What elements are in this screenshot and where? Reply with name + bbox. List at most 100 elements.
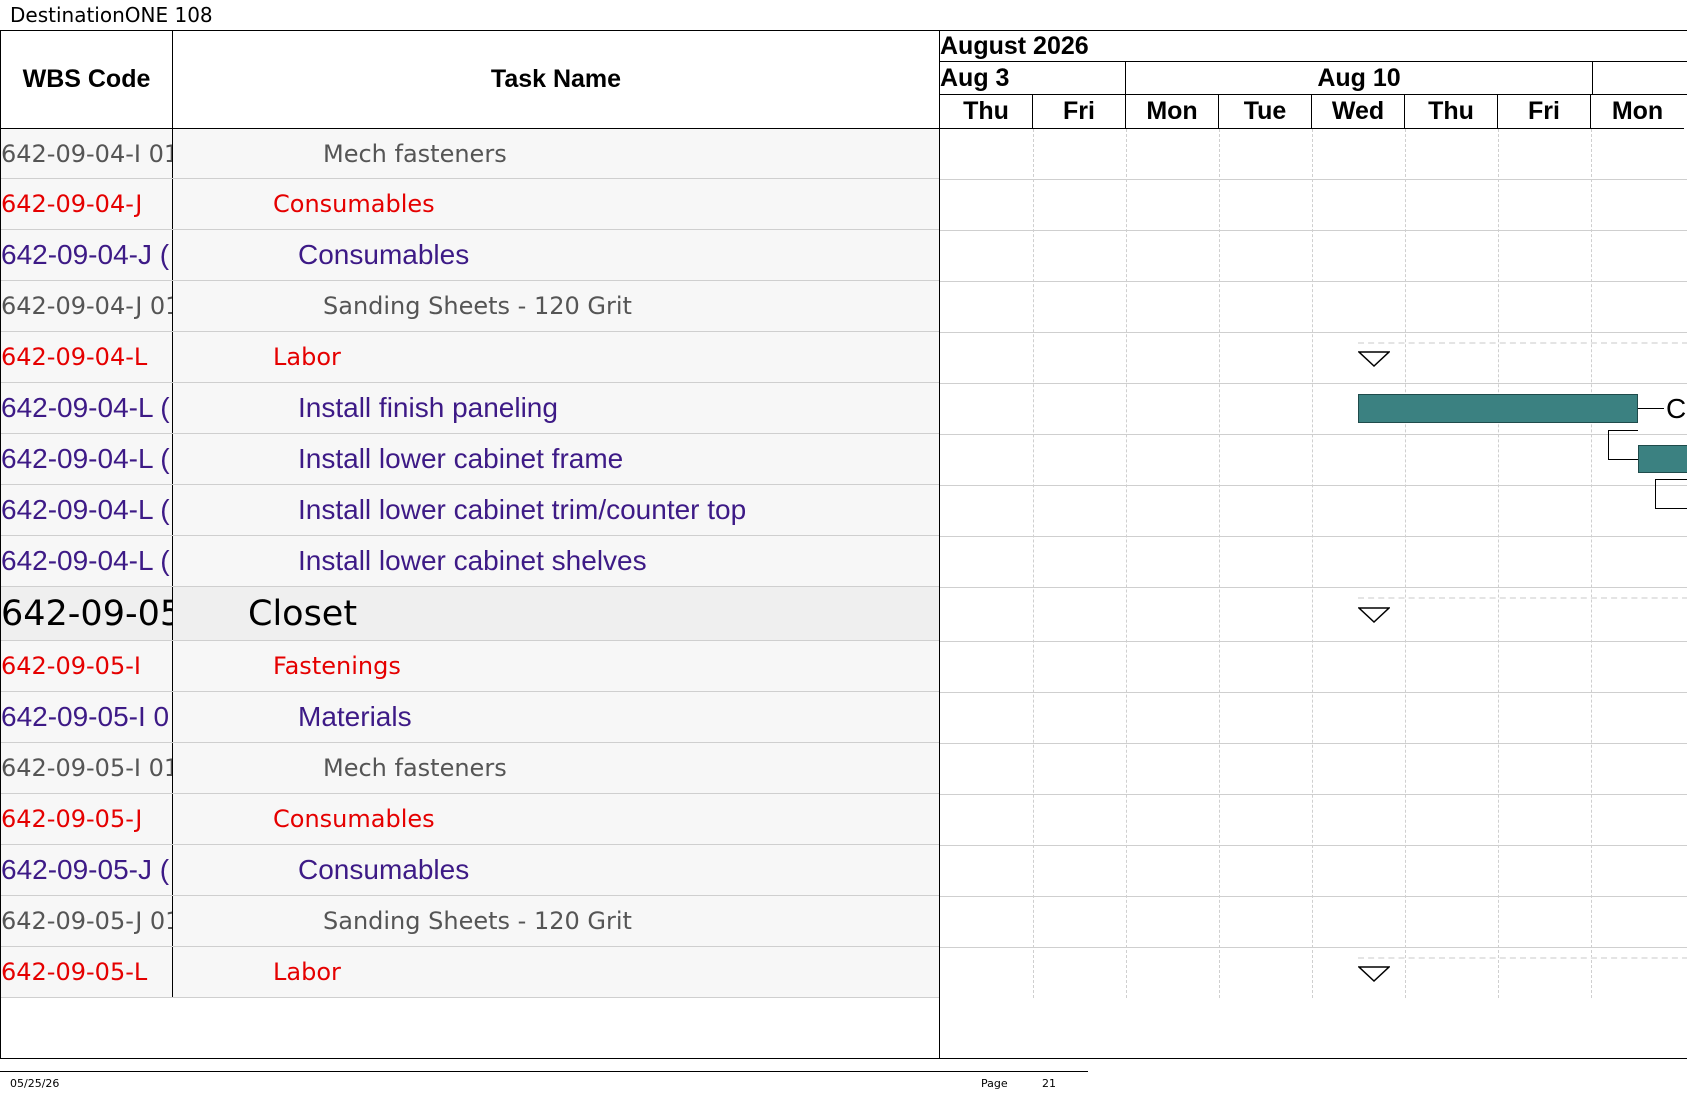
gantt-row-gridline — [940, 179, 1687, 180]
task-bar-install-lower-cabinet-frame[interactable] — [1638, 445, 1687, 473]
wbs-code-cell: 642-09-04-L ( — [1, 383, 173, 433]
gantt-row-gridline — [940, 281, 1687, 282]
wbs-code-cell: 642-09-04-L ( — [1, 536, 173, 586]
task-name-cell: Consumables — [298, 239, 470, 270]
gantt-day-header: Tue — [1219, 95, 1312, 129]
task-name-cell: Mech fasteners — [323, 754, 507, 782]
footer-date: 05/25/26 — [10, 1077, 60, 1090]
table-row[interactable]: 642-09-04-J Consumables — [1, 179, 939, 230]
task-name-cell: Consumables — [298, 854, 470, 885]
task-name-cell: Consumables — [273, 190, 435, 218]
gantt-row-gridline — [940, 536, 1687, 537]
task-name-cell: Install lower cabinet frame — [298, 443, 624, 474]
gantt-day-gridline — [1405, 129, 1406, 998]
gantt-row-gridline — [940, 692, 1687, 693]
wbs-code-cell: 642-09-04-L ( — [1, 434, 173, 484]
gantt-week-aug-3: Aug 3 — [940, 62, 1126, 95]
gantt-day-header: Wed — [1312, 95, 1405, 129]
wbs-code-cell: 642-09-05 — [1, 587, 173, 640]
wbs-code-header[interactable]: WBS Code — [1, 31, 173, 128]
table-row[interactable]: 642-09-04-I 01 Mech fasteners — [1, 129, 939, 179]
summary-span-line — [1358, 957, 1687, 959]
task-name-header[interactable]: Task Name — [173, 31, 939, 128]
dependency-link — [1638, 408, 1664, 409]
task-name-cell: Install finish paneling — [298, 392, 558, 423]
task-name-cell: Install lower cabinet trim/counter top — [298, 494, 747, 525]
table-row[interactable]: 642-09-04-J ( Consumables — [1, 230, 939, 281]
gantt-day-gridline — [1219, 129, 1220, 998]
task-name-cell: Fastenings — [273, 652, 401, 680]
summary-start-triangle-icon[interactable] — [1358, 965, 1390, 983]
gantt-row-gridline — [940, 947, 1687, 948]
task-name-cell: Mech fasteners — [323, 139, 507, 168]
wbs-code-cell: 642-09-05-I — [1, 641, 173, 691]
gantt-row-gridline — [940, 896, 1687, 897]
task-name-cell: Sanding Sheets - 120 Grit — [323, 292, 632, 320]
gantt-row-gridline — [940, 434, 1687, 435]
table-row[interactable]: 642-09-05-I Fastenings — [1, 641, 939, 692]
task-name-cell: Install lower cabinet shelves — [298, 545, 647, 576]
table-row[interactable]: 642-09-05 Closet — [1, 587, 939, 641]
gantt-day-gridline — [1498, 129, 1499, 998]
summary-start-triangle-icon[interactable] — [1358, 606, 1390, 624]
task-bar-install-finish-paneling[interactable] — [1358, 394, 1638, 423]
wbs-code-cell: 642-09-05-I 01 — [1, 743, 173, 793]
wbs-code-cell: 642-09-04-L ( — [1, 485, 173, 535]
gantt-day-header: Thu — [1405, 95, 1498, 129]
gantt-day-gridline — [1591, 129, 1592, 998]
gantt-report-page: DestinationONE 108 WBS Code Task Name 64… — [0, 0, 1687, 1097]
wbs-code-cell: 642-09-04-J ( — [1, 230, 173, 280]
wbs-code-cell: 642-09-05-J ( — [1, 845, 173, 895]
gantt-row-gridline — [940, 641, 1687, 642]
gantt-row-gridline — [940, 794, 1687, 795]
footer-page-number: 21 — [1042, 1077, 1056, 1090]
table-row[interactable]: 642-09-04-L ( Install finish paneling — [1, 383, 939, 434]
summary-start-triangle-icon[interactable] — [1358, 350, 1390, 368]
gantt-chart: August 2026 Aug 3 Aug 10 Thu Fri Mon Tue Wed… — [940, 30, 1687, 1059]
table-row[interactable]: 642-09-04-L ( Install lower cabinet frame — [1, 434, 939, 485]
wbs-code-cell: 642-09-04-L — [1, 332, 173, 382]
wbs-code-cell: 642-09-05-I 0 — [1, 692, 173, 742]
task-table: WBS Code Task Name 642-09-04-I 01 Mech fa… — [0, 30, 940, 1059]
gantt-day-header: Fri — [1498, 95, 1591, 129]
wbs-code-cell: 642-09-05-J — [1, 794, 173, 844]
table-row[interactable]: 642-09-05-J Consumables — [1, 794, 939, 845]
task-name-cell: Closet — [248, 593, 358, 634]
table-row[interactable]: 642-09-04-L ( Install lower cabinet trim/… — [1, 485, 939, 536]
gantt-row-gridline — [940, 383, 1687, 384]
task-name-cell: Labor — [273, 958, 341, 986]
gantt-day-gridline — [1312, 129, 1313, 998]
gantt-day-gridline — [1033, 129, 1034, 998]
gantt-day-header: Thu — [940, 95, 1033, 129]
task-bar-label: C — [1666, 393, 1687, 424]
table-row[interactable]: 642-09-04-L ( Install lower cabinet shelv… — [1, 536, 939, 587]
gantt-month-header: August 2026 — [940, 31, 1687, 62]
table-row[interactable]: 642-09-05-I 0 Materials — [1, 692, 939, 743]
gantt-day-header: Mon — [1126, 95, 1219, 129]
gantt-week-aug-10: Aug 10 — [1126, 62, 1593, 95]
dependency-link — [1608, 430, 1638, 460]
gantt-row-gridline — [940, 845, 1687, 846]
gantt-day-gridline — [1126, 129, 1127, 998]
gantt-row-gridline — [940, 743, 1687, 744]
table-row[interactable]: 642-09-05-I 01 Mech fasteners — [1, 743, 939, 794]
footer-page-label: Page — [981, 1077, 1008, 1090]
gantt-row-gridline — [940, 587, 1687, 588]
table-row[interactable]: 642-09-04-J 01 Sanding Sheets - 120 Grit — [1, 281, 939, 332]
task-name-cell: Materials — [298, 701, 412, 732]
table-row[interactable]: 642-09-05-L Labor — [1, 947, 939, 998]
wbs-code-cell: 642-09-05-L — [1, 947, 173, 997]
gantt-row-gridline — [940, 485, 1687, 486]
table-row[interactable]: 642-09-05-J ( Consumables — [1, 845, 939, 896]
gantt-row-gridline — [940, 332, 1687, 333]
wbs-code-cell: 642-09-05-J 01 — [1, 896, 173, 946]
table-row[interactable]: 642-09-04-L Labor — [1, 332, 939, 383]
wbs-code-cell: 642-09-04-J 01 — [1, 281, 173, 331]
task-name-cell: Labor — [273, 343, 341, 371]
task-name-cell: Sanding Sheets - 120 Grit — [323, 907, 632, 935]
table-header-row: WBS Code Task Name — [1, 31, 939, 129]
table-row[interactable]: 642-09-05-J 01 Sanding Sheets - 120 Grit — [1, 896, 939, 947]
wbs-code-cell: 642-09-04-J — [1, 179, 173, 229]
wbs-code-cell: 642-09-04-I 01 — [1, 129, 173, 178]
app-title: DestinationONE 108 — [10, 3, 213, 27]
